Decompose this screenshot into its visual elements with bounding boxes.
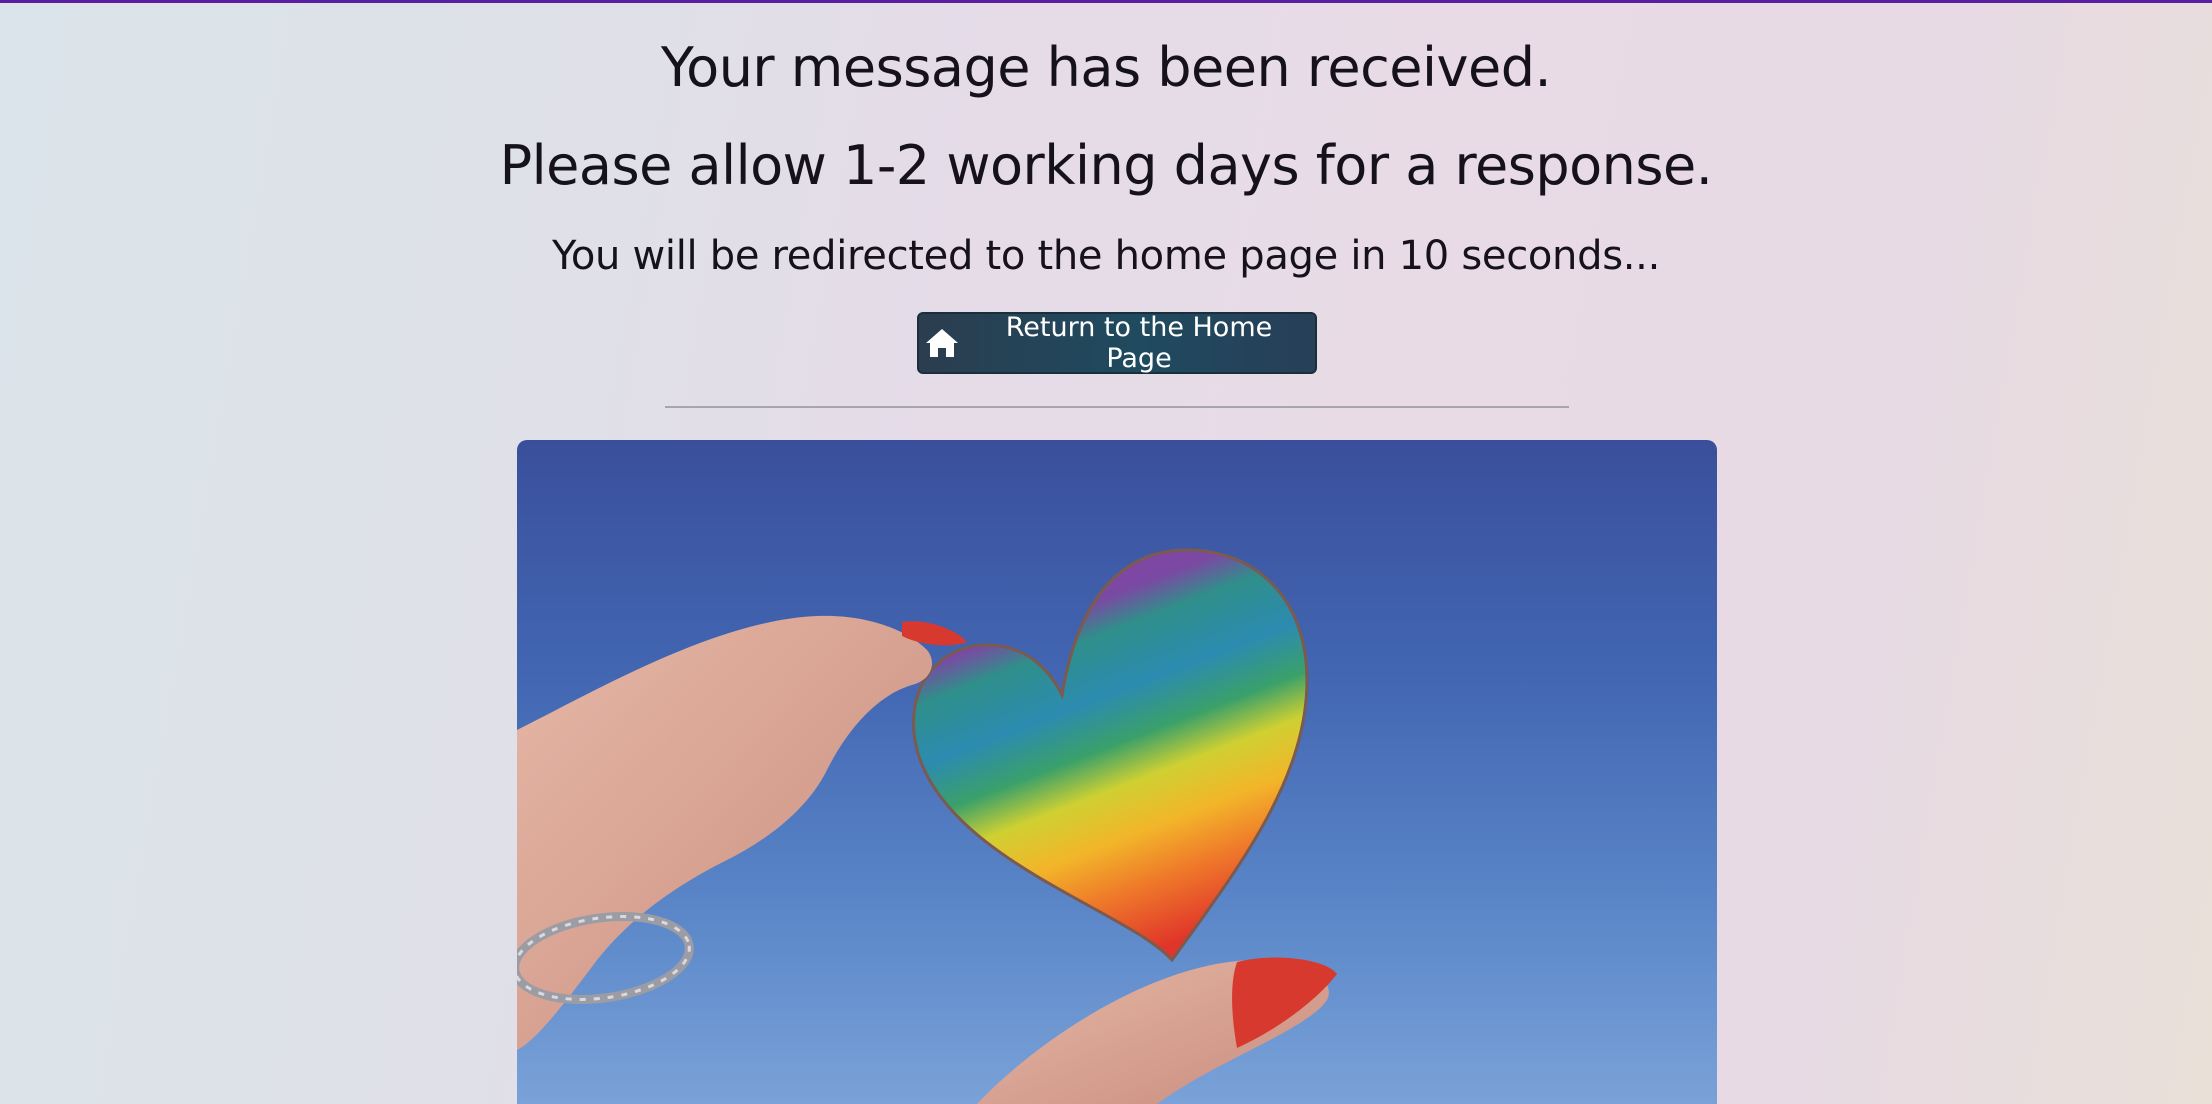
top-accent-border bbox=[0, 0, 2212, 3]
rainbow-heart-image bbox=[517, 440, 1717, 1104]
response-time-heading: Please allow 1-2 working days for a resp… bbox=[499, 134, 1713, 197]
return-home-button[interactable]: Return to the Home Page bbox=[917, 312, 1317, 374]
confirmation-heading: Your message has been received. bbox=[660, 36, 1552, 99]
section-divider bbox=[665, 406, 1569, 408]
home-icon bbox=[925, 328, 959, 358]
return-home-label: Return to the Home Page bbox=[1005, 312, 1273, 374]
redirect-notice: You will be redirected to the home page … bbox=[552, 233, 1660, 279]
